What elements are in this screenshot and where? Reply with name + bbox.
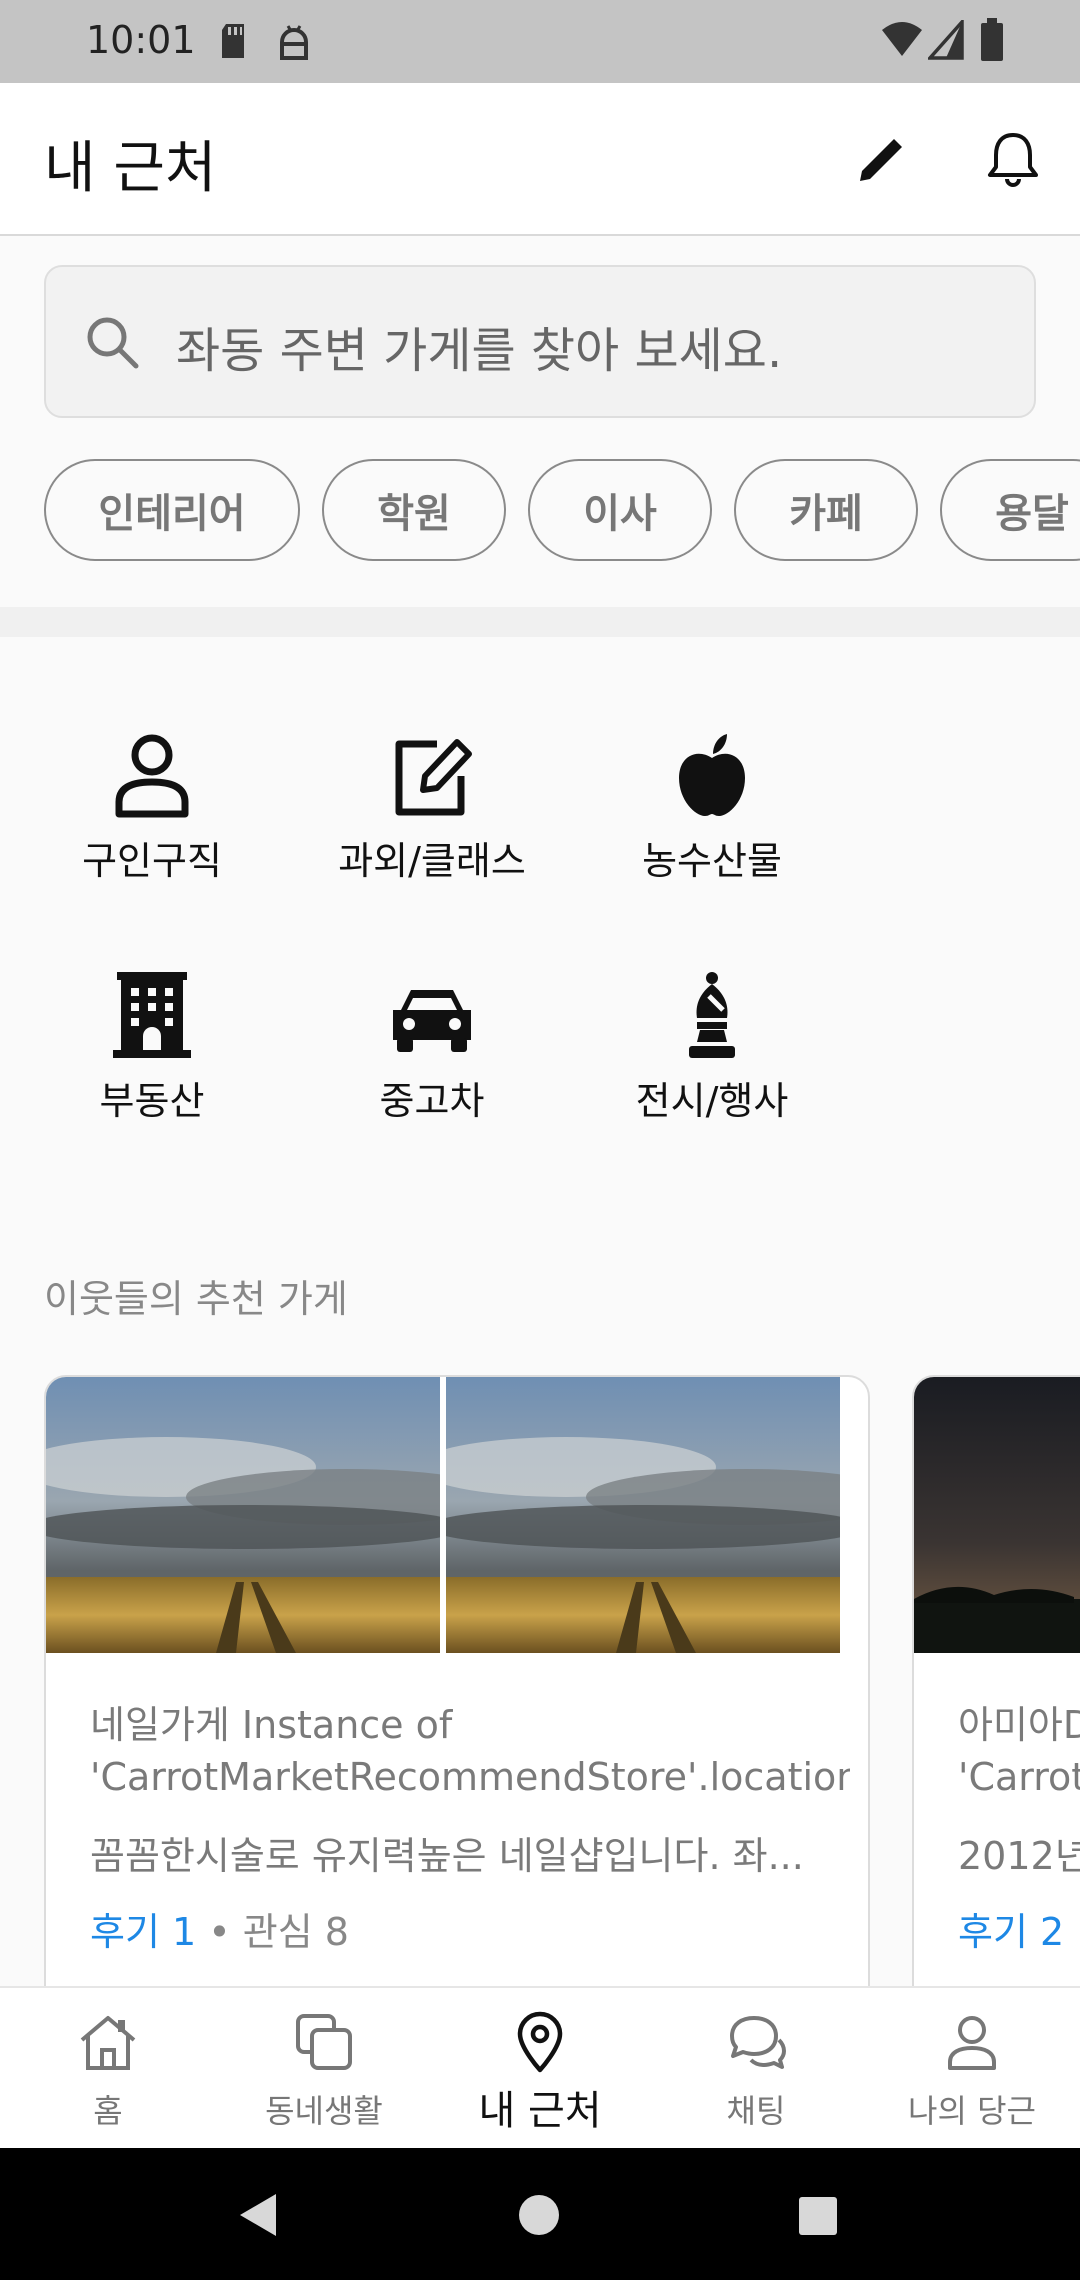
notification-bell-icon[interactable] [980,127,1046,193]
category-used-car[interactable]: 중고차 [292,970,572,1170]
store-name-line: 네일가게 Instance of [90,1703,453,1747]
category-farm-produce[interactable]: 농수산물 [572,730,852,930]
store-description: 2012년 [958,1834,1080,1878]
page-title: 내 근처 [44,136,217,201]
store-photo [446,1377,840,1653]
category-label: 과외/클래스 [338,839,526,883]
copy-squares-icon [296,2014,352,2070]
android-debug-icon [280,25,308,60]
store-description: 꼼꼼한시술로 유지력높은 네일샵입니다. 좌... [90,1834,804,1878]
landscape-image [46,1377,440,1653]
sd-card-icon [222,24,244,58]
recents-square-icon[interactable] [798,2196,838,2236]
nav-label: 채팅 [726,2092,786,2130]
battery-icon [981,18,1003,61]
person-outline-icon [948,2016,996,2070]
chip-delivery[interactable]: 용달 [940,459,1080,561]
store-name: 네일가게 Instance of 'CarrotMarketRecommendS… [90,1699,850,1803]
chat-bubbles-icon [730,2016,786,2069]
nav-nearby[interactable]: 내 근처 [432,1988,648,2150]
category-label: 부동산 [99,1079,205,1123]
nav-label: 홈 [93,2092,123,2130]
wifi-icon [882,22,922,56]
nav-label: 동네생활 [265,2092,383,2130]
category-class[interactable]: 과외/클래스 [292,730,572,930]
landscape-image [446,1377,840,1653]
search-placeholder: 좌동 주변 가게를 찾아 보세요. [176,323,783,379]
store-stats: 후기 2 [958,1901,1064,1956]
signal-icon [928,20,964,60]
nav-home[interactable]: 홈 [0,1988,216,2150]
status-time: 10:01 [86,18,196,62]
store-name-line: 'CarrotMarketRecommendStore'.location [90,1755,850,1799]
store-name-line: 'Carrot [958,1755,1080,1799]
category-label: 농수산물 [642,839,782,883]
app-bar: 내 근처 [0,83,1080,236]
nav-label: 내 근처 [478,2088,602,2134]
store-card[interactable]: 네일가게 Instance of 'CarrotMarketRecommendS… [44,1375,870,2015]
chip-interior[interactable]: 인테리어 [44,459,300,561]
review-count: 후기 1 [90,1910,197,1954]
category-label: 전시/행사 [635,1079,789,1123]
store-name-line: 아미아D [958,1703,1080,1747]
store-photo [914,1377,1080,1653]
category-exhibition[interactable]: 전시/행사 [572,970,852,1170]
review-count: 후기 2 [958,1910,1065,1954]
store-name: 아미아D 'Carrot [958,1699,1080,1803]
night-sky-image [914,1377,1080,1653]
car-icon [393,990,471,1052]
search-icon [87,317,139,369]
category-label: 구인구직 [82,839,222,883]
edit-pencil-icon[interactable] [848,127,914,193]
chip-academy[interactable]: 학원 [322,459,506,561]
recommended-stores-title: 이웃들의 추천 가게 [44,1277,348,1321]
interest-count: 관심 8 [242,1910,349,1954]
edit-note-icon [395,739,472,816]
app-screen: 10:01 내 근처 좌동 주변 가게를 찾아 보세요. 인테리어 학원 이사 … [0,0,1080,2280]
nav-community[interactable]: 동네생활 [216,1988,432,2150]
back-triangle-icon[interactable] [236,2192,280,2238]
apple-icon [679,734,745,816]
store-stats: 후기 1 • 관심 8 [90,1901,349,1956]
home-icon [80,2016,136,2070]
nav-chat[interactable]: 채팅 [648,1988,864,2150]
category-real-estate[interactable]: 부동산 [12,970,292,1170]
chip-cafe[interactable]: 카페 [734,459,918,561]
store-search-bar[interactable]: 좌동 주변 가게를 찾아 보세요. [44,265,1036,418]
system-navigation-bar [0,2148,1080,2280]
store-card[interactable]: 아미아D 'Carrot 2012년 후기 2 [912,1375,1080,2015]
stats-separator: • [208,1910,231,1954]
bottom-navigation: 홈 동네생활 내 근처 채팅 나의 당근 [0,1986,1080,2148]
building-icon [113,972,191,1058]
chess-bishop-icon [689,972,735,1058]
status-bar: 10:01 [0,0,1080,83]
chip-moving[interactable]: 이사 [528,459,712,561]
nav-label: 나의 당근 [908,2092,1036,2130]
store-photo [46,1377,440,1653]
nav-my-carrot[interactable]: 나의 당근 [864,1988,1080,2150]
category-label: 중고차 [379,1079,485,1123]
home-circle-icon[interactable] [518,2194,560,2236]
location-pin-icon [517,2011,563,2073]
person-icon [115,734,189,818]
category-jobs[interactable]: 구인구직 [12,730,292,930]
category-chip-row: 인테리어 학원 이사 카페 용달 [0,459,1080,561]
section-divider [0,607,1080,637]
